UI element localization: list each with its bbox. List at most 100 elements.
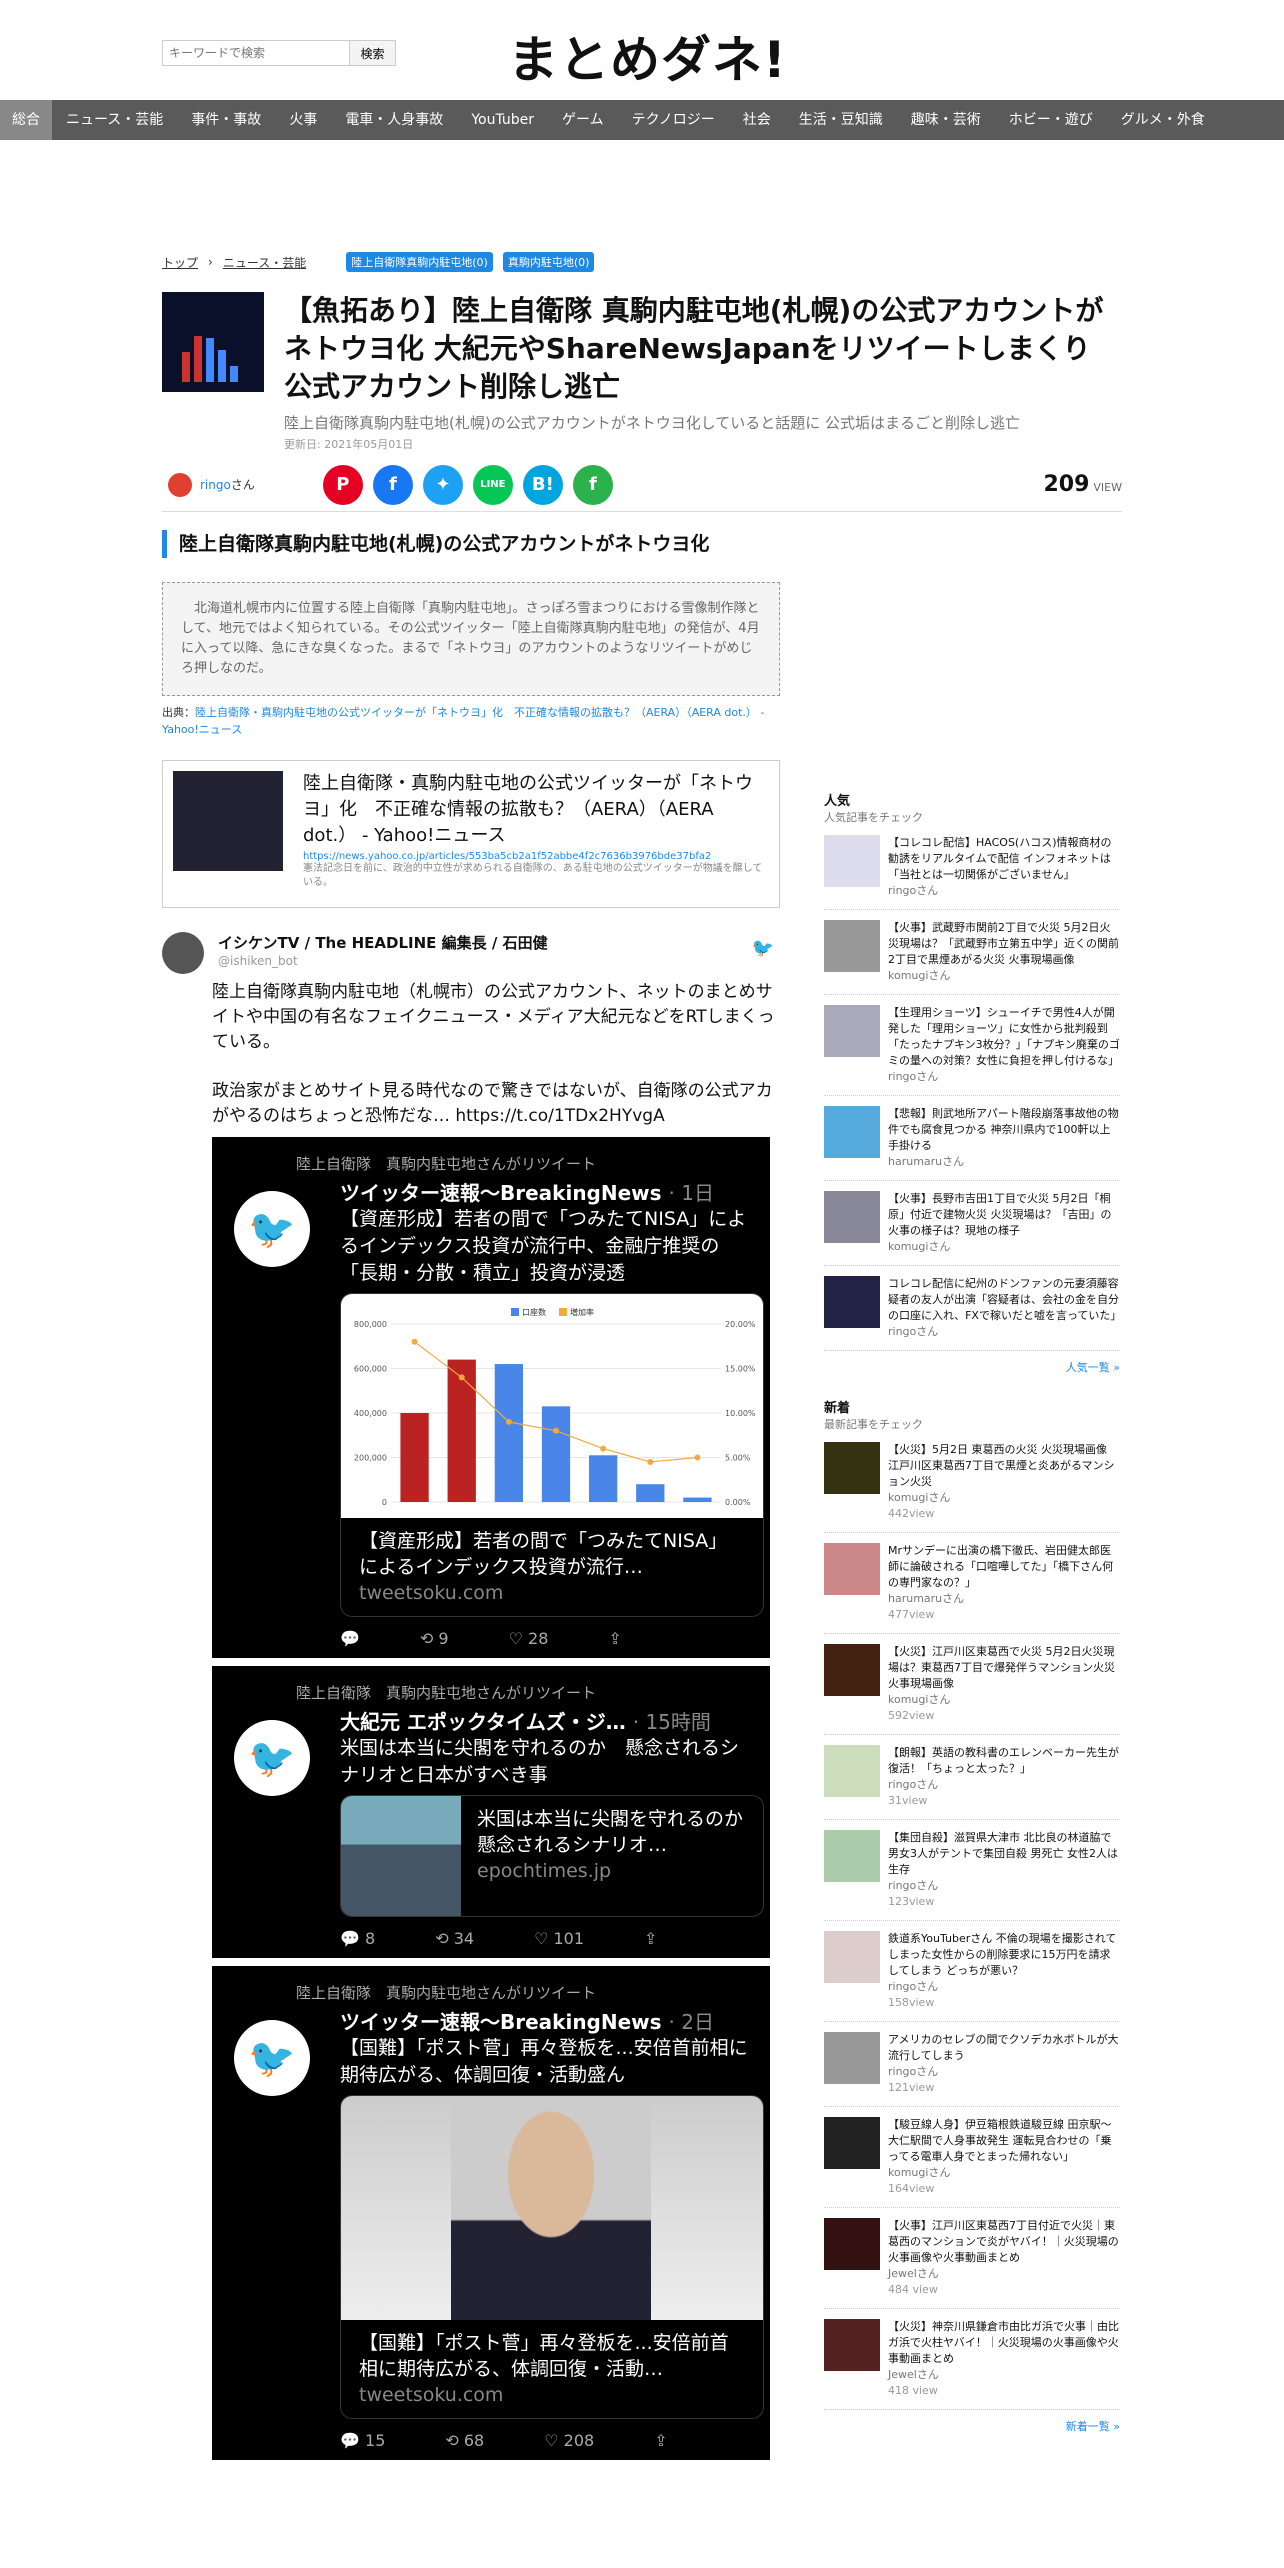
list-item-author[interactable]: Jewelさん xyxy=(888,2367,1120,2383)
nav-item[interactable]: ニュース・芸能 xyxy=(52,100,177,140)
tweet-handle[interactable]: @ishiken_bot xyxy=(218,954,298,968)
nav-item[interactable]: ホビー・遊び xyxy=(995,100,1107,140)
tag-link[interactable]: 真駒内駐屯地(0) xyxy=(502,252,595,272)
list-item-title[interactable]: 【火災】5月2日 東葛西の火災 火災現場画像 江戸川区東葛西7丁目で黒煙と炎あが… xyxy=(888,1442,1120,1490)
nav-item[interactable]: 趣味・芸術 xyxy=(897,100,995,140)
nav-item[interactable]: 生活・豆知識 xyxy=(785,100,897,140)
breadcrumb-home[interactable]: トップ xyxy=(162,254,198,271)
list-item[interactable]: 【火災】江戸川区東葛西で火災 5月2日火災現場は？東葛西7丁目で爆発伴うマンショ… xyxy=(824,1634,1120,1735)
list-item[interactable]: 【火災】5月2日 東葛西の火災 火災現場画像 江戸川区東葛西7丁目で黒煙と炎あが… xyxy=(824,1432,1120,1533)
list-item[interactable]: 【火事】江戸川区東葛西7丁目付近で火災｜東葛西のマンションで炎がヤバイ！｜火災現… xyxy=(824,2208,1120,2309)
list-item-author[interactable]: komugiさん xyxy=(888,968,1120,984)
list-item[interactable]: 鉄道系YouTuberさん 不倫の現場を撮影されてしまった女性からの削除要求に1… xyxy=(824,1921,1120,2022)
retweet-button[interactable]: ⟲ 68 xyxy=(445,2431,484,2450)
retweet-button[interactable]: ⟲ 9 xyxy=(420,1629,449,1648)
nav-item[interactable]: ゲーム xyxy=(548,100,618,140)
avatar[interactable]: 🐦 xyxy=(234,1191,310,1267)
search-input[interactable] xyxy=(162,40,350,66)
source-link[interactable]: 陸上自衛隊・真駒内駐屯地の公式ツイッターが「ネトウヨ」化 不正確な情報の拡散も？… xyxy=(162,706,764,736)
line-icon[interactable]: LINE xyxy=(472,464,513,505)
retweet-author-name[interactable]: ツイッター速報〜BreakingNews xyxy=(340,1181,662,1205)
avatar[interactable]: 🐦 xyxy=(234,2020,310,2096)
list-item[interactable]: 【火事】長野市吉田1丁目で火災 5月2日「桐原」付近で建物火災 火災現場は？「吉… xyxy=(824,1181,1120,1266)
hatena-icon[interactable]: B! xyxy=(522,464,563,505)
list-item-title[interactable]: 【火事】武蔵野市関前2丁目で火災 5月2日火災現場は？「武蔵野市立第五中学」近く… xyxy=(888,920,1120,968)
list-item-author[interactable]: Jewelさん xyxy=(888,2266,1120,2282)
popular-more-link[interactable]: 人気一覧 » xyxy=(824,1359,1120,1375)
list-item-author[interactable]: komugiさん xyxy=(888,1239,1120,1255)
nav-item[interactable]: 電車・人身事故 xyxy=(331,100,457,140)
list-item-title[interactable]: 【火災】江戸川区東葛西で火災 5月2日火災現場は？東葛西7丁目で爆発伴うマンショ… xyxy=(888,1644,1120,1692)
like-button[interactable]: ♡ 28 xyxy=(509,1629,549,1648)
list-item[interactable]: 【駿豆線人身】伊豆箱根鉄道駿豆線 田京駅～大仁駅間で人身事故発生 運転見合わせの… xyxy=(824,2107,1120,2208)
retweet-author[interactable]: ツイッター速報〜BreakingNews · 1日 xyxy=(340,1177,754,1206)
like-button[interactable]: ♡ 101 xyxy=(534,1929,584,1948)
tag-link[interactable]: 陸上自衛隊真駒内駐屯地(0) xyxy=(346,252,493,272)
list-item-title[interactable]: 【火事】長野市吉田1丁目で火災 5月2日「桐原」付近で建物火災 火災現場は？「吉… xyxy=(888,1191,1120,1239)
nav-item[interactable]: テクノロジー xyxy=(618,100,729,140)
retweet-link-card[interactable]: 800,000 20.00% 600,000 15.00% 400,000 10.00% 2… xyxy=(340,1293,764,1617)
list-item[interactable]: 【火災】神奈川県鎌倉市由比ガ浜で火事｜由比ガ浜で火柱ヤバイ！｜火災現場の火事画像… xyxy=(824,2309,1120,2410)
like-button[interactable]: ♡ 208 xyxy=(544,2431,594,2450)
nav-item[interactable]: YouTuber xyxy=(457,100,548,140)
list-item[interactable]: 【朗報】英語の教科書のエレンベーカー先生が復活！「ちょっと太った？」 ringoさ… xyxy=(824,1735,1120,1820)
nav-item[interactable]: グルメ・外食 xyxy=(1107,100,1219,140)
list-item-title[interactable]: 【火事】江戸川区東葛西7丁目付近で火災｜東葛西のマンションで炎がヤバイ！｜火災現… xyxy=(888,2218,1120,2266)
site-logo[interactable]: まとめダネ! xyxy=(508,20,787,92)
list-item-title[interactable]: 【集団自殺】滋賀県大津市 北比良の林道脇で男女3人がテントで集団自殺 男死亡 女… xyxy=(888,1830,1120,1878)
reply-button[interactable]: 💬 8 xyxy=(340,1929,375,1948)
list-item-author[interactable]: komugiさん xyxy=(888,2165,1120,2181)
list-item-author[interactable]: harumaruさん xyxy=(888,1591,1120,1607)
list-item[interactable]: Mrサンデーに出演の橋下徹氏、岩田健太郎医師に論破される「口喧嘩してた」「橋下さ… xyxy=(824,1533,1120,1634)
list-item-author[interactable]: komugiさん xyxy=(888,1490,1120,1506)
link-card[interactable]: 陸上自衛隊・真駒内駐屯地の公式ツイッターが「ネトウヨ」化 不正確な情報の拡散も？… xyxy=(162,760,780,908)
list-item-title[interactable]: 【朗報】英語の教科書のエレンベーカー先生が復活！「ちょっと太った？」 xyxy=(888,1745,1120,1777)
list-item-title[interactable]: 鉄道系YouTuberさん 不倫の現場を撮影されてしまった女性からの削除要求に1… xyxy=(888,1931,1120,1979)
feedly-icon[interactable]: f xyxy=(572,464,613,505)
retweet-link-card[interactable]: 米国は本当に尖閣を守れるのか 懸念されるシナリオ… epochtimes.jp xyxy=(340,1795,764,1917)
retweet-link-card[interactable]: 【国難】「ポスト菅」再々登板を...安倍前首相に期待広がる、体調回復・活動… tw… xyxy=(340,2095,764,2419)
share-icon[interactable]: ⇪ xyxy=(654,2431,667,2450)
nav-item[interactable]: 火事 xyxy=(275,100,331,140)
retweet-author-name[interactable]: 大紀元 エポックタイムズ・ジ… xyxy=(340,1710,626,1734)
newest-more-link[interactable]: 新着一覧 » xyxy=(824,2418,1120,2434)
nav-item[interactable]: 社会 xyxy=(729,100,785,140)
list-item-title[interactable]: アメリカのセレブの間でクソデカ水ボトルが大流行してしまう xyxy=(888,2032,1120,2064)
list-item[interactable]: 【集団自殺】滋賀県大津市 北比良の林道脇で男女3人がテントで集団自殺 男死亡 女… xyxy=(824,1820,1120,1921)
list-item-author[interactable]: ringoさん xyxy=(888,1979,1120,1995)
share-icon[interactable]: ⇪ xyxy=(608,1629,621,1648)
list-item[interactable]: 【生理用ショーツ】シューイチで男性4人が開発した「理用ショーツ」に女性から批判殺… xyxy=(824,995,1120,1096)
list-item-title[interactable]: 【悲報】則武地所アパート階段崩落事故他の物件でも腐食見つかる 神奈川県内で100… xyxy=(888,1106,1120,1154)
list-item-author[interactable]: ringoさん xyxy=(888,1069,1120,1085)
pinterest-icon[interactable]: P xyxy=(322,464,363,505)
list-item[interactable]: コレコレ配信に紀州のドンファンの元妻須藤容疑者の友人が出演「容疑者は、会社の金を… xyxy=(824,1266,1121,1351)
list-item[interactable]: 【悲報】則武地所アパート階段崩落事故他の物件でも腐食見つかる 神奈川県内で100… xyxy=(824,1096,1120,1181)
list-item-title[interactable]: 【駿豆線人身】伊豆箱根鉄道駿豆線 田京駅～大仁駅間で人身事故発生 運転見合わせの… xyxy=(888,2117,1120,2165)
list-item-author[interactable]: ringoさん xyxy=(888,1324,1120,1340)
reply-button[interactable]: 💬 xyxy=(340,1629,360,1648)
list-item-title[interactable]: 【火災】神奈川県鎌倉市由比ガ浜で火事｜由比ガ浜で火柱ヤバイ！｜火災現場の火事画像… xyxy=(888,2319,1120,2367)
list-item[interactable]: 【コレコレ配信】HACOS(ハコス)情報商材の勧誘をリアルタイムで配信 インフォ… xyxy=(824,825,1120,910)
retweet-button[interactable]: ⟲ 34 xyxy=(435,1929,474,1948)
search-button[interactable]: 検索 xyxy=(350,40,396,66)
nav-item[interactable]: 事件・事故 xyxy=(177,100,275,140)
list-item-title[interactable]: 【生理用ショーツ】シューイチで男性4人が開発した「理用ショーツ」に女性から批判殺… xyxy=(888,1005,1120,1069)
list-item-author[interactable]: ringoさん xyxy=(888,1878,1120,1894)
list-item-author[interactable]: ringoさん xyxy=(888,2064,1120,2080)
retweet-author[interactable]: 大紀元 エポックタイムズ・ジ… · 15時間 xyxy=(340,1706,754,1735)
list-item[interactable]: アメリカのセレブの間でクソデカ水ボトルが大流行してしまう ringoさん 121vi… xyxy=(824,2022,1120,2107)
list-item-author[interactable]: harumaruさん xyxy=(888,1154,1120,1170)
list-item-title[interactable]: Mrサンデーに出演の橋下徹氏、岩田健太郎医師に論破される「口喧嘩してた」「橋下さ… xyxy=(888,1543,1120,1591)
facebook-icon[interactable]: f xyxy=(372,464,413,505)
list-item-author[interactable]: ringoさん xyxy=(888,1777,1120,1793)
nav-item[interactable]: 総合 xyxy=(0,100,52,140)
retweet-author-name[interactable]: ツイッター速報〜BreakingNews xyxy=(340,2010,662,2034)
share-icon[interactable]: ⇪ xyxy=(644,1929,657,1948)
tweet-author-name[interactable]: イシケンTV / The HEADLINE 編集長 / 石田健 xyxy=(218,932,548,953)
twitter-bird-icon[interactable]: 🐦 xyxy=(752,938,774,959)
author-link[interactable]: ringoさん xyxy=(200,476,255,493)
avatar[interactable] xyxy=(162,932,204,974)
avatar[interactable]: 🐦 xyxy=(234,1720,310,1796)
list-item-author[interactable]: komugiさん xyxy=(888,1692,1120,1708)
retweet-author[interactable]: ツイッター速報〜BreakingNews · 2日 xyxy=(340,2006,754,2035)
